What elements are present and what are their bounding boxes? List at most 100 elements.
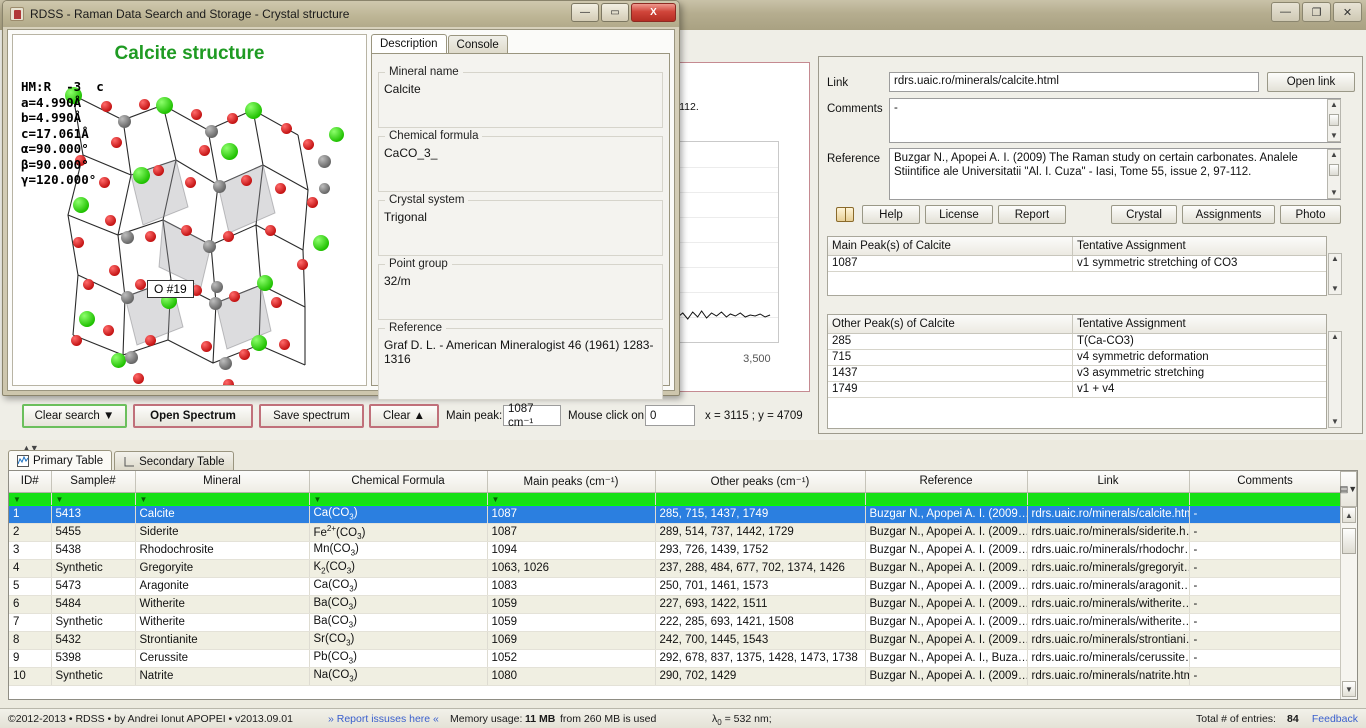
scroll-down-icon[interactable]: ▼ xyxy=(1330,188,1338,198)
assignments-button[interactable]: Assignments xyxy=(1182,205,1275,224)
filter-cell[interactable]: ▼ xyxy=(9,492,52,506)
scroll-up-icon[interactable]: ▲ xyxy=(1330,100,1338,110)
scroll-down-icon[interactable]: ▼ xyxy=(1342,681,1356,697)
main-peaks-scrollbar[interactable]: ▲ ▼ xyxy=(1328,253,1342,295)
mouse-click-field[interactable]: 0 xyxy=(645,405,695,426)
scroll-down-icon[interactable]: ▼ xyxy=(1331,417,1339,427)
link-input[interactable]: rdrs.uaic.ro/minerals/calcite.html xyxy=(889,72,1259,92)
table-row[interactable]: 5 5473 Aragonite Ca(CO3) 1083 250, 701, 1461,… xyxy=(9,577,1342,596)
clear-search-button[interactable]: Clear search ▼ xyxy=(22,404,127,428)
filter-cell[interactable]: ▼ xyxy=(51,492,136,506)
dialog-maximize-icon[interactable]: ▭ xyxy=(601,3,629,22)
row-chemical-formula: Sr(CO3) xyxy=(309,631,488,650)
results-tabstrip[interactable]: Primary Table Secondary Table xyxy=(8,450,236,471)
scroll-up-icon[interactable]: ▲ xyxy=(1330,150,1338,160)
col-chemical-formula[interactable]: Chemical Formula xyxy=(309,471,488,493)
feedback-link[interactable]: Feedback xyxy=(1312,713,1358,725)
comments-textarea[interactable]: - xyxy=(889,98,1341,143)
open-link-button[interactable]: Open link xyxy=(1267,72,1355,92)
filter-cell[interactable]: ▼ xyxy=(135,492,310,506)
col-sample[interactable]: Sample# xyxy=(51,471,136,493)
row-sample: Synthetic xyxy=(51,613,136,632)
tab-console[interactable]: Console xyxy=(447,35,508,54)
col-id[interactable]: ID# xyxy=(9,471,52,493)
comments-label: Comments xyxy=(827,103,883,115)
report-button[interactable]: Report xyxy=(998,205,1066,224)
table-row[interactable]: 2 5455 Siderite Fe2+(CO3) 1087 289, 514, 737,… xyxy=(9,523,1342,542)
license-button[interactable]: License xyxy=(925,205,993,224)
table-row[interactable]: 10 Synthetic Natrite Na(CO3) 1080 290, 702, 1… xyxy=(9,667,1342,686)
table-row[interactable]: 1087 v1 symmetric stretching of CO3 xyxy=(828,256,1326,272)
filter-cell[interactable]: ▼ xyxy=(309,492,488,506)
dialog-minimize-icon[interactable]: — xyxy=(571,3,599,22)
open-spectrum-button[interactable]: Open Spectrum xyxy=(133,404,253,428)
help-button[interactable]: Help xyxy=(862,205,920,224)
scroll-down-icon[interactable]: ▼ xyxy=(1330,131,1338,141)
table-row[interactable]: 285 T(Ca-CO3) xyxy=(828,334,1326,350)
table-row[interactable]: 4 Synthetic Gregoryite K2(CO3) 1063, 1026 237… xyxy=(9,559,1342,578)
main-window-controls[interactable]: — ❐ ✕ xyxy=(1271,2,1362,22)
status-bar: ©2012-2013 • RDSS • by Andrei Ionut APOP… xyxy=(0,708,1366,728)
table-row[interactable]: 715 v4 symmetric deformation xyxy=(828,350,1326,366)
tab-description[interactable]: Description xyxy=(371,34,447,54)
restore-icon[interactable]: ❐ xyxy=(1302,2,1331,22)
col-reference[interactable]: Reference xyxy=(865,471,1028,493)
row-reference: Buzgar N., Apopei A. I. (2009… xyxy=(865,523,1028,542)
detail-form-panel: Link rdrs.uaic.ro/minerals/calcite.html … xyxy=(818,56,1363,434)
table-row[interactable]: 1 5413 Calcite Ca(CO3) 1087 285, 715, 1437, 1… xyxy=(9,505,1342,524)
main-peak-field[interactable]: 1087 cm⁻¹ xyxy=(503,403,561,429)
table-row[interactable]: 8 5432 Strontianite Sr(CO3) 1069 242, 700, 14… xyxy=(9,631,1342,650)
scroll-up-icon[interactable]: ▲ xyxy=(1342,507,1356,523)
dialog-close-icon[interactable]: X xyxy=(631,3,676,22)
scroll-down-icon[interactable]: ▼ xyxy=(1331,284,1339,294)
filter-cell[interactable] xyxy=(1027,492,1190,506)
clear-button[interactable]: Clear ▲ xyxy=(369,404,439,428)
report-issues-link[interactable]: » Report issuses here « xyxy=(328,713,439,725)
comments-scrollbar[interactable]: ▲ ▼ xyxy=(1327,99,1341,142)
table-row[interactable]: 1437 v3 asymmetric stretching xyxy=(828,366,1326,382)
filter-cell[interactable]: ▼ xyxy=(487,492,656,506)
dialog-window-controls[interactable]: — ▭ X xyxy=(571,3,676,22)
tab-secondary-table[interactable]: Secondary Table xyxy=(114,451,234,471)
main-peaks-col-assignment: Tentative Assignment xyxy=(1077,240,1186,252)
table-row[interactable]: 6 5484 Witherite Ba(CO3) 1059 227, 693, 1422,… xyxy=(9,595,1342,614)
other-peaks-table[interactable]: Other Peak(s) of Calcite Tentative Assig… xyxy=(827,314,1327,429)
dialog-titlebar[interactable]: RDSS - Raman Data Search and Storage - C… xyxy=(3,1,679,27)
table-row[interactable]: 7 Synthetic Witherite Ba(CO3) 1059 222, 285, … xyxy=(9,613,1342,632)
table-row[interactable]: 1749 v1 + v4 xyxy=(828,382,1326,398)
table-row[interactable]: 3 5438 Rhodochrosite Mn(CO3) 1094 293, 726, 1… xyxy=(9,541,1342,560)
save-spectrum-button[interactable]: Save spectrum xyxy=(259,404,364,428)
book-icon[interactable] xyxy=(836,207,854,222)
dialog-tabstrip[interactable]: Description Console xyxy=(371,34,509,54)
other-peaks-scrollbar[interactable]: ▲ ▼ xyxy=(1328,331,1342,428)
col-link[interactable]: Link xyxy=(1027,471,1190,493)
reference-scrollbar[interactable]: ▲ ▼ xyxy=(1327,149,1341,199)
minimize-icon[interactable]: — xyxy=(1271,2,1300,22)
tab-primary-table[interactable]: Primary Table xyxy=(8,450,113,471)
results-datagrid[interactable]: ID# Sample# Mineral Chemical Formula Mai… xyxy=(8,470,1358,700)
filter-cell[interactable] xyxy=(1189,492,1342,506)
col-mineral[interactable]: Mineral xyxy=(135,471,310,493)
filter-cell[interactable] xyxy=(865,492,1028,506)
crystal-button[interactable]: Crystal xyxy=(1111,205,1177,224)
col-other-peaks[interactable]: Other peaks (cm⁻¹) xyxy=(655,471,866,493)
results-scroll-thumb[interactable] xyxy=(1342,528,1356,554)
col-comments[interactable]: Comments xyxy=(1189,471,1342,493)
tab-secondary-table-label: Secondary Table xyxy=(139,455,225,468)
scroll-up-icon[interactable]: ▲ xyxy=(1331,332,1339,342)
reference-textarea[interactable]: Buzgar N., Apopei A. I. (2009) The Raman… xyxy=(889,148,1341,200)
comments-scroll-thumb[interactable] xyxy=(1329,114,1339,126)
table-filter-row[interactable]: ▼ ▼ ▼ ▼ ▼ xyxy=(9,492,1342,506)
reference-scroll-thumb[interactable] xyxy=(1329,164,1339,176)
main-peaks-table[interactable]: Main Peak(s) of Calcite Tentative Assign… xyxy=(827,236,1327,296)
filter-cell[interactable] xyxy=(655,492,866,506)
column-selector-icon[interactable]: ▤▼ xyxy=(1340,471,1357,507)
row-main-peaks: 1052 xyxy=(487,649,656,668)
row-mineral: Rhodochrosite xyxy=(135,541,310,560)
table-row[interactable]: 9 5398 Cerussite Pb(CO3) 1052 292, 678, 837, … xyxy=(9,649,1342,668)
col-main-peaks[interactable]: Main peaks (cm⁻¹) xyxy=(487,471,656,493)
close-icon[interactable]: ✕ xyxy=(1333,2,1362,22)
scroll-up-icon[interactable]: ▲ xyxy=(1331,254,1339,264)
crystal-viewer[interactable]: Calcite structure HM:R -3 c a=4.990Å b=4… xyxy=(12,34,367,386)
photo-button[interactable]: Photo xyxy=(1280,205,1341,224)
